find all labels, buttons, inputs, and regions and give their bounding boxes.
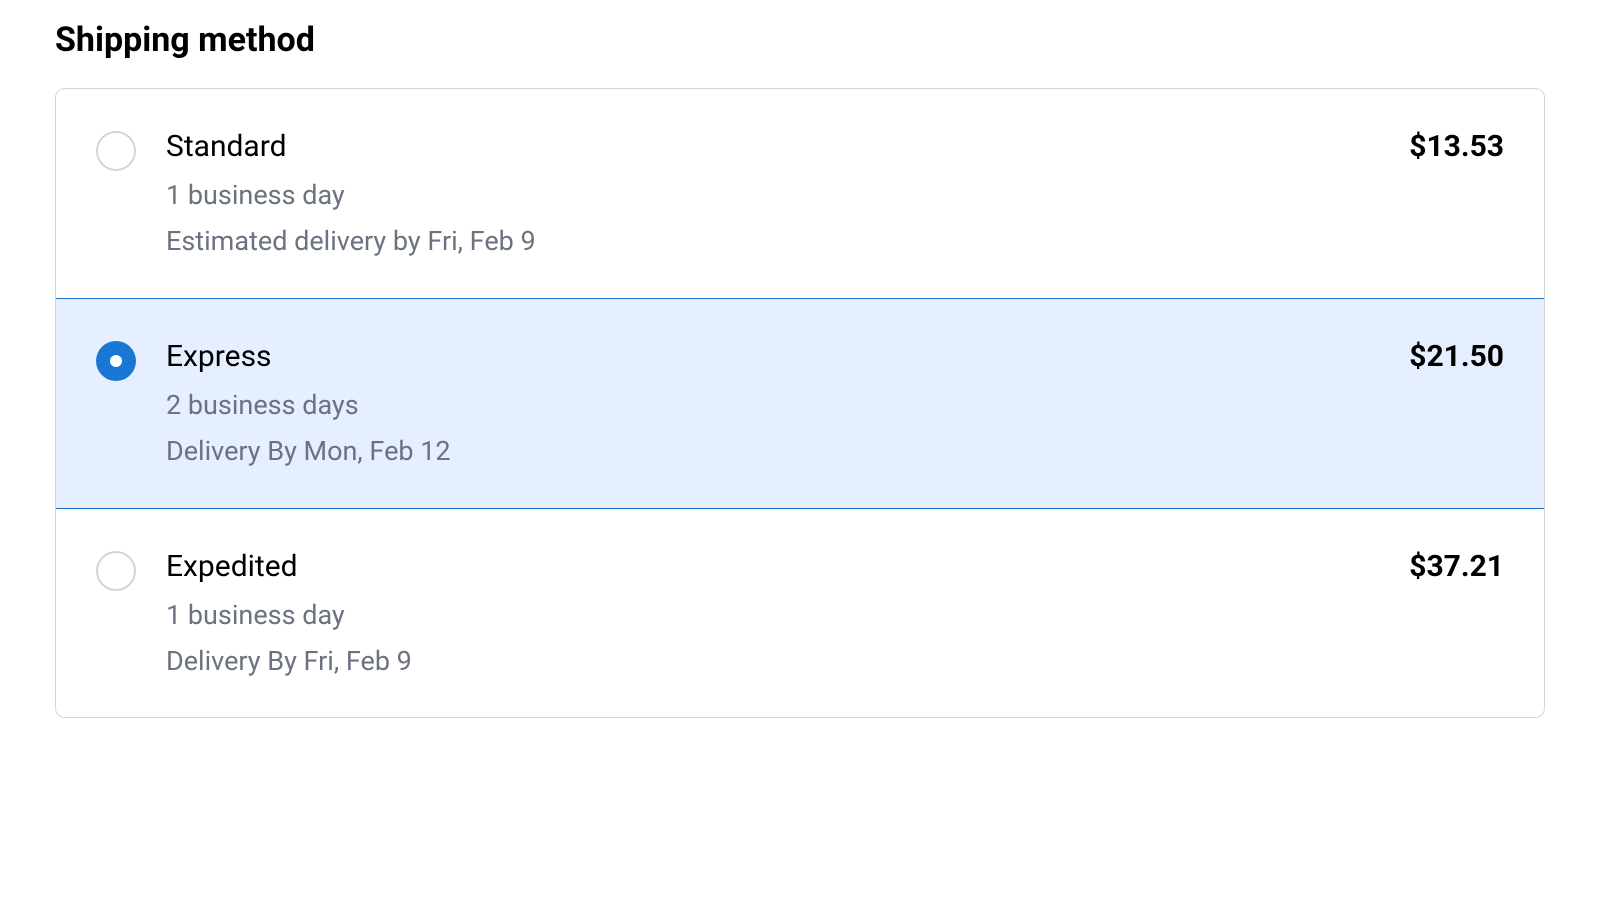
radio-button-expedited[interactable] [96, 551, 136, 591]
option-content: Express 2 business days Delivery By Mon,… [166, 339, 1504, 468]
radio-dot-icon [110, 355, 122, 367]
option-delivery: Delivery By Fri, Feb 9 [166, 645, 412, 677]
radio-button-standard[interactable] [96, 131, 136, 171]
radio-wrapper [96, 551, 136, 591]
option-price: $21.50 [1409, 339, 1504, 375]
option-name: Expedited [166, 549, 412, 585]
option-text: Standard 1 business day Estimated delive… [166, 129, 536, 258]
option-name: Express [166, 339, 451, 375]
section-title: Shipping method [55, 20, 1545, 60]
option-text: Expedited 1 business day Delivery By Fri… [166, 549, 412, 678]
option-duration: 1 business day [166, 599, 412, 631]
option-text: Express 2 business days Delivery By Mon,… [166, 339, 451, 468]
option-duration: 1 business day [166, 179, 536, 211]
radio-button-express[interactable] [96, 341, 136, 381]
option-content: Expedited 1 business day Delivery By Fri… [166, 549, 1504, 678]
option-delivery: Estimated delivery by Fri, Feb 9 [166, 225, 536, 257]
option-price: $13.53 [1409, 129, 1504, 165]
shipping-option-standard[interactable]: Standard 1 business day Estimated delive… [56, 89, 1544, 298]
radio-wrapper [96, 131, 136, 171]
option-price: $37.21 [1409, 549, 1504, 585]
option-duration: 2 business days [166, 389, 451, 421]
shipping-method-card: Standard 1 business day Estimated delive… [55, 88, 1545, 718]
option-delivery: Delivery By Mon, Feb 12 [166, 435, 451, 467]
option-content: Standard 1 business day Estimated delive… [166, 129, 1504, 258]
shipping-option-express[interactable]: Express 2 business days Delivery By Mon,… [56, 298, 1544, 509]
shipping-option-expedited[interactable]: Expedited 1 business day Delivery By Fri… [56, 509, 1544, 718]
radio-wrapper [96, 341, 136, 381]
option-name: Standard [166, 129, 536, 165]
